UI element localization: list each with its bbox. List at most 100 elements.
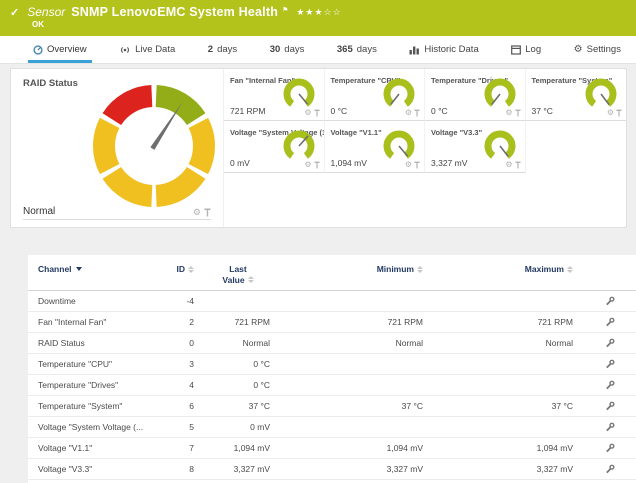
wrench-icon	[605, 359, 615, 369]
cell-maximum: Normal	[433, 338, 583, 348]
gear-icon[interactable]: ⚙	[505, 161, 512, 169]
tab-days[interactable]: 2days	[205, 36, 240, 63]
column-header-channel[interactable]: Channel	[28, 264, 158, 274]
column-header-minimum[interactable]: Minimum	[278, 264, 433, 274]
cell-last-value: 0 °C	[198, 359, 278, 369]
cell-channel: Voltage "V1.1"	[28, 443, 158, 453]
channel-gauge	[277, 129, 321, 165]
cell-minimum: 3,327 mV	[278, 464, 433, 474]
status-badge: OK	[32, 20, 626, 29]
pin-icon[interactable]	[515, 161, 521, 169]
tab-historic-data[interactable]: Historic Data	[406, 36, 481, 63]
cell-id: 6	[158, 401, 198, 411]
table-row: Voltage "V3.3" 8 3,327 mV 3,327 mV 3,327…	[28, 459, 636, 480]
gear-icon[interactable]: ⚙	[607, 109, 614, 117]
sensor-header: ✓ Sensor SNMP LenovoEMC System Health ⚑ …	[0, 0, 636, 36]
cell-maximum: 721 RPM	[433, 317, 583, 327]
cell-maximum: 37 °C	[433, 401, 583, 411]
channel-settings-button[interactable]	[583, 338, 636, 348]
tab-label: days	[284, 44, 304, 55]
channel-gauge	[579, 77, 623, 113]
gear-icon: ⚙	[574, 44, 583, 55]
gauge-tile-voltage-v3.3: Voltage "V3.3" 3,327 mV ⚙	[425, 121, 526, 173]
channel-settings-button[interactable]	[583, 401, 636, 411]
table-row: Temperature "CPU" 3 0 °C	[28, 354, 636, 375]
gear-icon[interactable]: ⚙	[405, 161, 412, 169]
tab-bar: OverviewLive Data2days30days365daysHisto…	[0, 36, 636, 64]
status-ok-icon: ✓	[10, 6, 19, 19]
pin-icon[interactable]	[314, 161, 320, 169]
tab-number: 2	[208, 44, 213, 55]
cell-id: 2	[158, 317, 198, 327]
raid-status-panel: RAID Status Normal ⚙	[11, 69, 224, 227]
channel-settings-button[interactable]	[583, 380, 636, 390]
page-title: SNMP LenovoEMC System Health	[71, 5, 278, 19]
table-row: Temperature "System" 6 37 °C 37 °C 37 °C	[28, 396, 636, 417]
pin-icon[interactable]	[616, 109, 622, 117]
channel-settings-button[interactable]	[583, 464, 636, 474]
tab-settings[interactable]: ⚙Settings	[571, 36, 624, 63]
empty-tile-cell	[526, 121, 627, 173]
cell-last-value: 0 mV	[198, 422, 278, 432]
pin-icon[interactable]	[414, 109, 420, 117]
cell-last-value: 3,327 mV	[198, 464, 278, 474]
tile-value: 721 RPM	[230, 106, 265, 116]
raid-panel-title: RAID Status	[23, 78, 78, 89]
gear-icon[interactable]: ⚙	[304, 109, 311, 117]
table-row: RAID Status 0 Normal Normal Normal	[28, 333, 636, 354]
pin-icon[interactable]	[414, 161, 420, 169]
cell-last-value: 721 RPM	[198, 317, 278, 327]
cell-minimum: 1,094 mV	[278, 443, 433, 453]
historic-icon	[409, 45, 420, 55]
sort-icon	[567, 266, 573, 273]
channel-settings-button[interactable]	[583, 359, 636, 369]
tab-days[interactable]: 365days	[334, 36, 380, 63]
live-icon	[119, 45, 131, 55]
pin-icon[interactable]	[314, 109, 320, 117]
tab-label: Log	[525, 44, 541, 55]
gauge-tile-temperature-cpu: Temperature "CPU" 0 °C ⚙	[325, 69, 426, 121]
channel-table: Channel ID Last Value Minimum Maximum Do…	[28, 255, 636, 483]
tile-value: 0 mV	[230, 158, 250, 168]
table-row: Downtime -4	[28, 291, 636, 312]
cell-maximum: 3,327 mV	[433, 464, 583, 474]
gear-icon[interactable]: ⚙	[304, 161, 311, 169]
channel-settings-button[interactable]	[583, 317, 636, 327]
column-header-last-value[interactable]: Last Value	[198, 264, 278, 285]
tile-value: 37 °C	[532, 106, 553, 116]
pin-icon[interactable]	[204, 208, 211, 217]
channel-settings-button[interactable]	[583, 422, 636, 432]
gauge-tile-voltage-system-voltage-12...: Voltage "System Voltage (12... 0 mV ⚙	[224, 121, 325, 173]
table-row: Temperature "Drives" 4 0 °C	[28, 375, 636, 396]
cell-id: 0	[158, 338, 198, 348]
cell-channel: RAID Status	[28, 338, 158, 348]
tab-number: 365	[337, 44, 353, 55]
column-header-id[interactable]: ID	[158, 264, 198, 274]
wrench-icon	[605, 401, 615, 411]
gauge-tile-grid: Fan "Internal Fan" 721 RPM ⚙ Temperature…	[224, 69, 626, 227]
star-rating[interactable]: ★★★☆☆	[296, 7, 341, 18]
tab-days[interactable]: 30days	[267, 36, 308, 63]
channel-gauge	[277, 77, 321, 113]
wrench-icon	[605, 464, 615, 474]
pin-icon[interactable]	[515, 109, 521, 117]
gear-icon[interactable]: ⚙	[505, 109, 512, 117]
cell-minimum: 37 °C	[278, 401, 433, 411]
cell-channel: Temperature "CPU"	[28, 359, 158, 369]
tile-value: 0 °C	[331, 106, 348, 116]
tab-overview[interactable]: Overview	[30, 36, 90, 63]
log-icon	[511, 45, 521, 55]
wrench-icon	[605, 422, 615, 432]
tab-live-data[interactable]: Live Data	[116, 36, 178, 63]
channel-settings-button[interactable]	[583, 296, 636, 306]
cell-id: 8	[158, 464, 198, 474]
cell-id: 7	[158, 443, 198, 453]
gear-icon[interactable]: ⚙	[405, 109, 412, 117]
column-header-maximum[interactable]: Maximum	[433, 264, 583, 274]
gear-icon[interactable]: ⚙	[193, 208, 201, 217]
tab-log[interactable]: Log	[508, 36, 544, 63]
channel-settings-button[interactable]	[583, 443, 636, 453]
sort-icon	[188, 266, 194, 273]
cell-id: 5	[158, 422, 198, 432]
table-row: Voltage "System Voltage (... 5 0 mV	[28, 417, 636, 438]
